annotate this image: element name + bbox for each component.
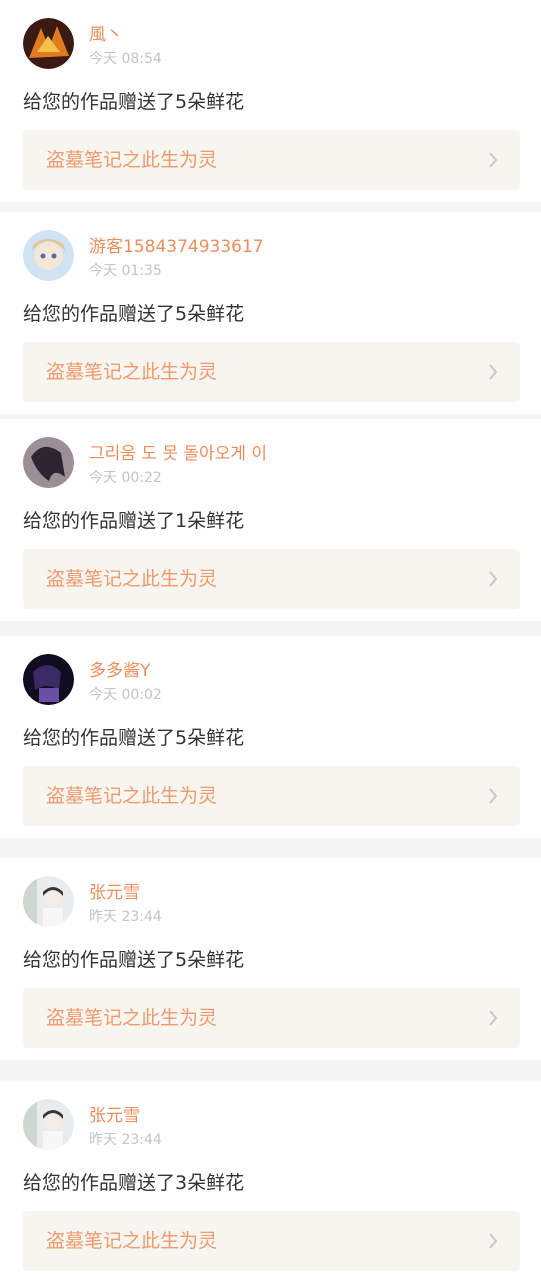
chevron-right-icon	[488, 788, 498, 804]
gift-message: 给您的作品赠送了5朵鲜花	[23, 727, 245, 749]
work-title: 盗墓笔记之此生为灵	[46, 149, 218, 171]
chevron-right-icon	[488, 1010, 498, 1026]
work-link-button[interactable]: 盗墓笔记之此生为灵	[23, 988, 520, 1048]
username[interactable]: 游客1584374933617	[89, 236, 264, 258]
username[interactable]: 多多酱Y	[89, 660, 150, 682]
chevron-right-icon	[488, 152, 498, 168]
avatar[interactable]	[23, 18, 74, 69]
avatar-image	[23, 437, 74, 488]
work-title: 盗墓笔记之此生为灵	[46, 568, 218, 590]
username[interactable]: 風丶	[89, 24, 123, 46]
avatar[interactable]	[23, 230, 74, 281]
notification-card: 多多酱Y 今天 00:02 给您的作品赠送了5朵鲜花 盗墓笔记之此生为灵	[0, 636, 541, 838]
avatar-image	[23, 1099, 74, 1150]
gift-message: 给您的作品赠送了3朵鲜花	[23, 1172, 245, 1194]
work-link-button[interactable]: 盗墓笔记之此生为灵	[23, 766, 520, 826]
avatar[interactable]	[23, 654, 74, 705]
work-title: 盗墓笔记之此生为灵	[46, 1230, 218, 1252]
username[interactable]: 张元雪	[89, 882, 140, 904]
work-link-button[interactable]: 盗墓笔记之此生为灵	[23, 549, 520, 609]
avatar-image	[23, 654, 74, 705]
avatar[interactable]	[23, 437, 74, 488]
avatar[interactable]	[23, 1099, 74, 1150]
timestamp: 昨天 23:44	[89, 1132, 162, 1148]
gift-message: 给您的作品赠送了5朵鲜花	[23, 91, 245, 113]
gift-message: 给您的作品赠送了1朵鲜花	[23, 510, 245, 532]
notification-card: 张元雪 昨天 23:44 给您的作品赠送了5朵鲜花 盗墓笔记之此生为灵	[0, 858, 541, 1060]
chevron-right-icon	[488, 1233, 498, 1249]
work-title: 盗墓笔记之此生为灵	[46, 785, 218, 807]
timestamp: 今天 00:02	[89, 687, 162, 703]
work-link-button[interactable]: 盗墓笔记之此生为灵	[23, 130, 520, 190]
work-link-button[interactable]: 盗墓笔记之此生为灵	[23, 1211, 520, 1271]
gift-notification-list: 風丶 今天 08:54 给您的作品赠送了5朵鲜花 盗墓笔记之此生为灵 游客158…	[0, 0, 541, 1283]
notification-card: 游客1584374933617 今天 01:35 给您的作品赠送了5朵鲜花 盗墓…	[0, 212, 541, 414]
username[interactable]: 그리움 도 못 돌아오게 이	[89, 443, 267, 465]
notification-card: 张元雪 昨天 23:44 给您的作品赠送了3朵鲜花 盗墓笔记之此生为灵	[0, 1081, 541, 1283]
username[interactable]: 张元雪	[89, 1105, 140, 1127]
timestamp: 今天 08:54	[89, 51, 162, 67]
chevron-right-icon	[488, 571, 498, 587]
avatar-image	[23, 230, 74, 281]
avatar-image	[23, 18, 74, 69]
avatar-image	[23, 876, 74, 927]
timestamp: 今天 00:22	[89, 470, 162, 486]
gift-message: 给您的作品赠送了5朵鲜花	[23, 303, 245, 325]
chevron-right-icon	[488, 364, 498, 380]
work-title: 盗墓笔记之此生为灵	[46, 361, 218, 383]
gift-message: 给您的作品赠送了5朵鲜花	[23, 949, 245, 971]
work-title: 盗墓笔记之此生为灵	[46, 1007, 218, 1029]
avatar[interactable]	[23, 876, 74, 927]
work-link-button[interactable]: 盗墓笔记之此生为灵	[23, 342, 520, 402]
timestamp: 今天 01:35	[89, 263, 162, 279]
notification-card: 그리움 도 못 돌아오게 이 今天 00:22 给您的作品赠送了1朵鲜花 盗墓笔…	[0, 419, 541, 621]
timestamp: 昨天 23:44	[89, 909, 162, 925]
notification-card: 風丶 今天 08:54 给您的作品赠送了5朵鲜花 盗墓笔记之此生为灵	[0, 0, 541, 202]
